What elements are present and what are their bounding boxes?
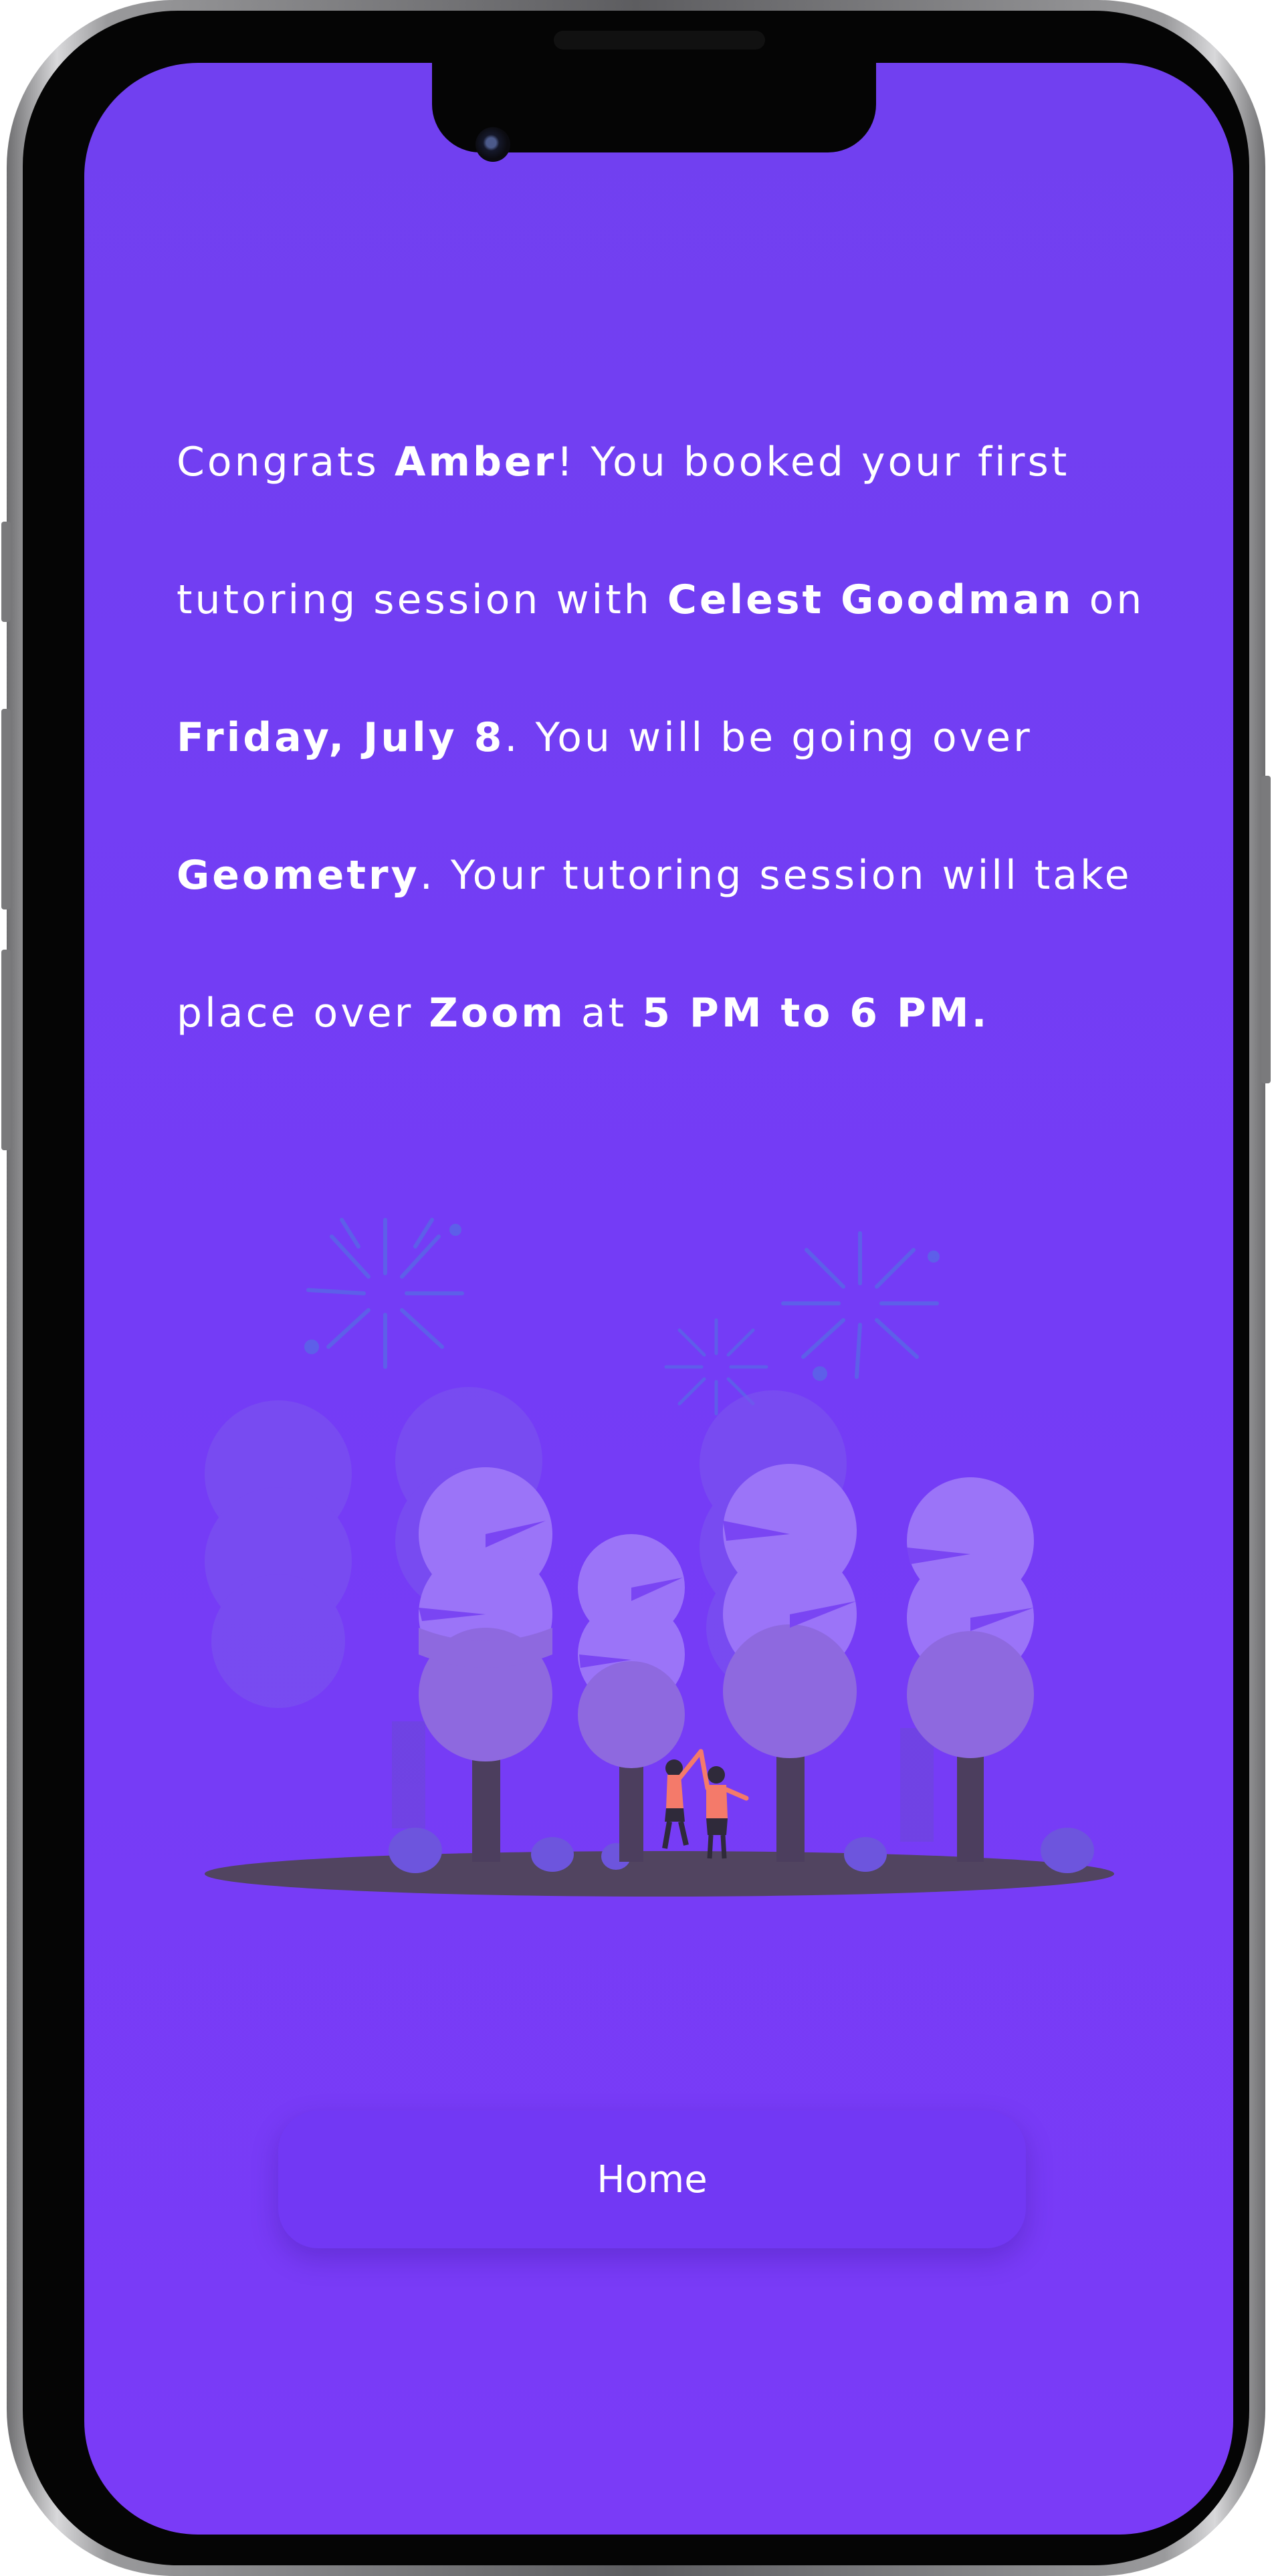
app-screen: Congrats Amber! You booked your first tu… [84,63,1233,2535]
tree-1 [419,1467,552,1761]
session-subject: Geometry [177,852,420,899]
front-camera-icon [475,127,510,162]
congrats-text: Congrats [177,439,395,486]
tree-2 [578,1534,685,1768]
at-text: at [565,990,643,1037]
tutor-name: Celest Goodman [667,576,1074,623]
booking-confirmation-message: Congrats Amber! You booked your first tu… [177,393,1166,1082]
mute-switch [1,522,11,622]
on-text: on [1073,576,1145,623]
student-name: Amber [395,439,557,486]
phone-body: Congrats Amber! You booked your first tu… [23,11,1249,2565]
celebrating-people-icon [662,1749,749,1859]
volume-up-button [1,709,11,909]
tree-3 [723,1464,857,1758]
firework-left-icon [304,1218,464,1369]
session-date: Friday, July 8 [177,714,505,761]
session-time: 5 PM to 6 PM. [642,990,990,1037]
power-button [1261,776,1271,1083]
home-button[interactable]: Home [278,2111,1026,2248]
session-platform: Zoom [429,990,566,1037]
speaker-grille [554,31,765,49]
firework-right-icon [781,1231,940,1381]
volume-down-button [1,950,11,1150]
celebration-illustration [205,1218,1114,1897]
going-over-text: . You will be going over [504,714,1033,761]
tree-4 [907,1477,1034,1758]
phone-frame: Congrats Amber! You booked your first tu… [1,0,1271,2576]
